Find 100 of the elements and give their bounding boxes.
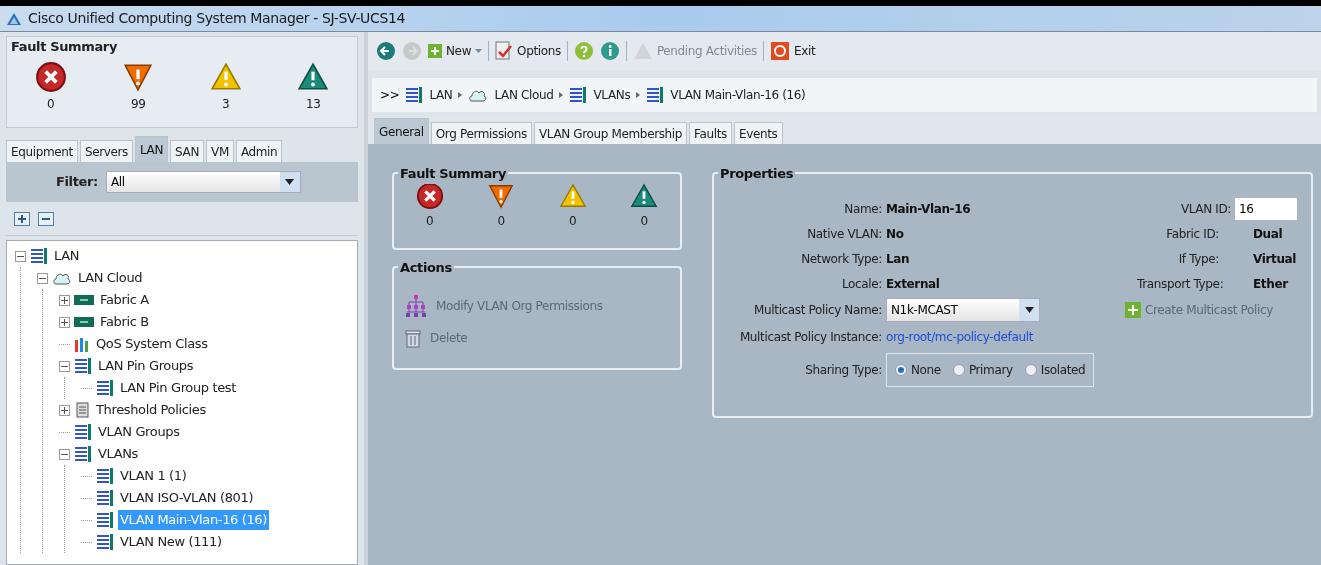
panel-title: Fault Summary	[10, 38, 119, 56]
property-label: Sharing Type:	[804, 362, 883, 379]
property-label: Multicast Policy Name:	[753, 302, 883, 319]
property-label: Transport Type:	[1137, 275, 1223, 293]
plus-icon	[61, 296, 68, 304]
expand-toggle[interactable]	[59, 404, 70, 416]
hierarchy-icon	[404, 294, 428, 318]
forward-icon	[402, 41, 422, 61]
tab[interactable]: Faults	[689, 122, 732, 144]
tab[interactable]: Admin	[235, 140, 283, 162]
breadcrumb-link[interactable]: VLAN Main-Vlan-16 (16)	[670, 86, 806, 104]
tree-item[interactable]: VLAN New (111)	[118, 532, 224, 552]
tree-item[interactable]: LAN Cloud	[76, 268, 145, 288]
property-value: Virtual	[1252, 250, 1297, 268]
property-label: Fabric ID:	[1165, 225, 1220, 243]
breadcrumb-link[interactable]: LAN	[429, 86, 453, 104]
back-button[interactable]	[376, 41, 396, 61]
property-value: Dual	[1252, 225, 1283, 243]
checklist-icon	[495, 41, 514, 61]
tab[interactable]: SAN	[170, 140, 205, 162]
collapse-toggle[interactable]	[59, 448, 70, 460]
list-icon	[96, 490, 114, 506]
fault-count: 99	[130, 95, 146, 113]
tree-item[interactable]: Threshold Policies	[94, 400, 208, 420]
radio-option[interactable]: Primary	[952, 361, 1013, 379]
filter-label: Filter:	[56, 173, 98, 192]
expand-all-button[interactable]	[14, 211, 30, 226]
new-button[interactable]: New	[428, 42, 483, 60]
warning-icon	[297, 60, 330, 93]
expand-toggle[interactable]	[59, 316, 70, 328]
fault-count: 3	[222, 95, 230, 113]
collapse-all-button[interactable]	[38, 211, 54, 226]
help-icon	[573, 41, 594, 61]
tab[interactable]: VM	[206, 140, 234, 162]
chevron-icon	[636, 92, 641, 98]
info-button[interactable]	[599, 41, 620, 61]
tree-item[interactable]: LAN	[52, 246, 82, 266]
radio-option[interactable]: None	[895, 361, 941, 379]
collapse-toggle[interactable]	[37, 272, 48, 284]
property-value: No	[886, 225, 904, 243]
plus-icon	[61, 318, 68, 326]
tree-item[interactable]: Fabric A	[98, 290, 151, 310]
error-icon	[34, 60, 67, 93]
tree-item[interactable]: VLAN Groups	[96, 422, 182, 442]
warning-icon	[487, 182, 516, 210]
caret-icon	[475, 49, 483, 53]
tree-item[interactable]: Fabric B	[98, 312, 151, 332]
tab[interactable]: General	[374, 118, 429, 144]
list-icon	[96, 468, 114, 484]
tree-item[interactable]: VLAN 1 (1)	[118, 466, 189, 486]
policy-dropdown[interactable]: N1k-MCAST	[886, 298, 1040, 322]
vlan-id-field[interactable]: 16	[1235, 197, 1297, 220]
list-icon	[96, 380, 114, 396]
tree-item[interactable]: VLAN ISO-VLAN (801)	[118, 488, 256, 508]
caret-icon	[285, 179, 295, 185]
fault-count: 13	[305, 95, 321, 113]
property-label: If Type:	[1177, 250, 1220, 268]
exit-button[interactable]: Exit	[769, 41, 816, 61]
property-label: Native VLAN:	[806, 225, 883, 243]
tab[interactable]: Events	[734, 122, 783, 144]
radio-button[interactable]	[895, 364, 907, 376]
tree-item[interactable]: VLANs	[96, 444, 141, 464]
fault-count: 0	[640, 213, 648, 230]
list-icon	[96, 534, 114, 550]
list-icon	[405, 87, 424, 103]
collapse-toggle[interactable]	[59, 360, 70, 372]
tree-item[interactable]: QoS System Class	[94, 334, 210, 354]
tab[interactable]: VLAN Group Membership	[533, 122, 688, 144]
property-label: Network Type:	[800, 250, 883, 268]
property-value: Main-Vlan-16	[886, 200, 971, 218]
collapse-toggle[interactable]	[15, 250, 26, 262]
info-icon	[599, 41, 620, 61]
trash-icon	[404, 328, 422, 348]
property-label: VLAN ID:	[1180, 200, 1232, 218]
property-value: Ether	[1252, 275, 1288, 293]
breadcrumb-link[interactable]: VLANs	[593, 86, 631, 104]
tab[interactable]: LAN	[135, 136, 169, 162]
plus-icon	[61, 406, 68, 414]
breadcrumb-prefix: >>	[380, 87, 400, 104]
tab[interactable]: Equipment	[6, 140, 78, 162]
fault-count: 0	[426, 213, 434, 230]
property-label: Multicast Policy Instance:	[738, 329, 883, 346]
tab[interactable]: Org Permissions	[430, 122, 532, 144]
property-label: Locale:	[841, 275, 883, 293]
breadcrumb-link[interactable]: LAN Cloud	[494, 86, 554, 104]
property-value: Lan	[886, 250, 910, 268]
tab[interactable]: Servers	[79, 140, 133, 162]
tree-item[interactable]: LAN Pin Group test	[118, 378, 239, 398]
list-icon	[569, 87, 588, 103]
radio-button[interactable]	[1024, 364, 1037, 376]
tree-item[interactable]: LAN Pin Groups	[96, 356, 196, 376]
filter-dropdown[interactable]: All	[105, 171, 301, 193]
options-button[interactable]: Options	[495, 41, 561, 61]
fault-count: 0	[497, 213, 505, 230]
back-icon	[376, 41, 396, 61]
radio-button[interactable]	[952, 364, 965, 376]
warning-icon	[558, 182, 587, 210]
app-icon	[6, 11, 22, 26]
radio-option[interactable]: Isolated	[1024, 361, 1086, 379]
expand-toggle[interactable]	[59, 294, 70, 306]
